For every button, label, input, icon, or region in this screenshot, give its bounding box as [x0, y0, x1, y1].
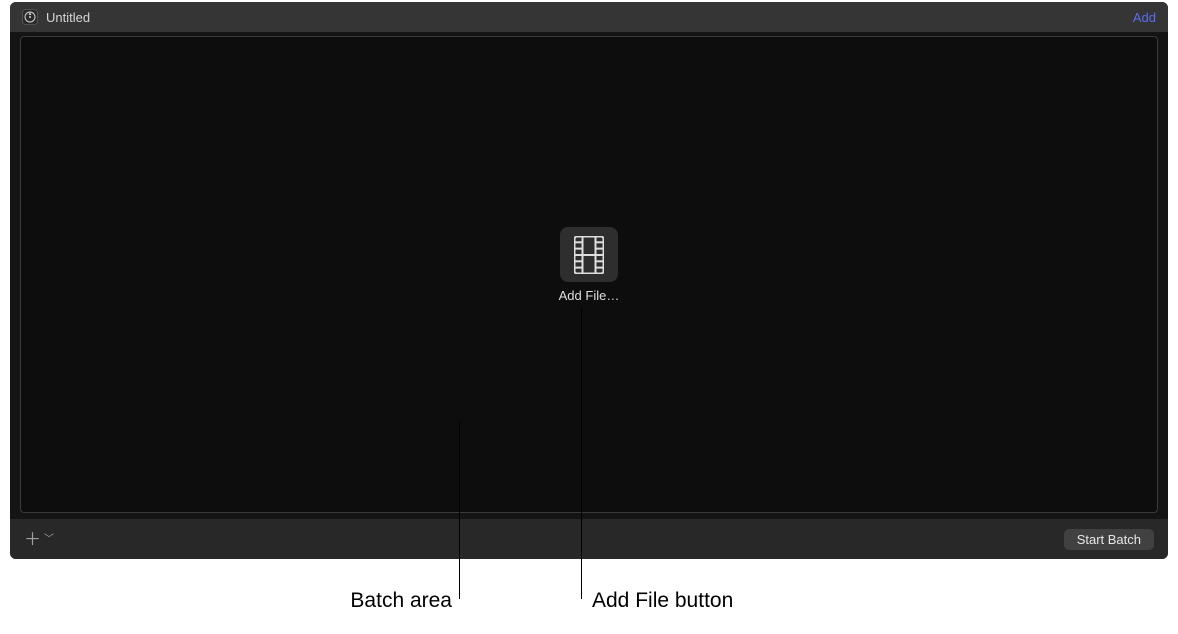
batch-title: Untitled [46, 10, 90, 25]
callout-line-add-file [581, 308, 582, 599]
add-button[interactable]: Add [1133, 10, 1156, 25]
callout-line-batch-area [459, 421, 460, 599]
plus-icon: ＋ [24, 531, 41, 548]
batch-window: Untitled Add [10, 2, 1168, 559]
compressor-app-icon [22, 9, 38, 25]
film-icon [560, 227, 618, 282]
batch-area[interactable]: Add File… [20, 36, 1158, 513]
add-file-button[interactable]: Add File… [549, 227, 629, 303]
titlebar: Untitled Add [10, 2, 1168, 32]
callout-label-add-file: Add File button [592, 589, 733, 613]
start-batch-button[interactable]: Start Batch [1064, 529, 1154, 550]
footer-bar: ＋ ﹀ Start Batch [10, 519, 1168, 559]
add-file-label: Add File… [549, 288, 629, 303]
callout-label-batch-area: Batch area [350, 589, 452, 613]
chevron-down-icon: ﹀ [44, 535, 54, 545]
add-menu-button[interactable]: ＋ ﹀ [24, 531, 54, 548]
